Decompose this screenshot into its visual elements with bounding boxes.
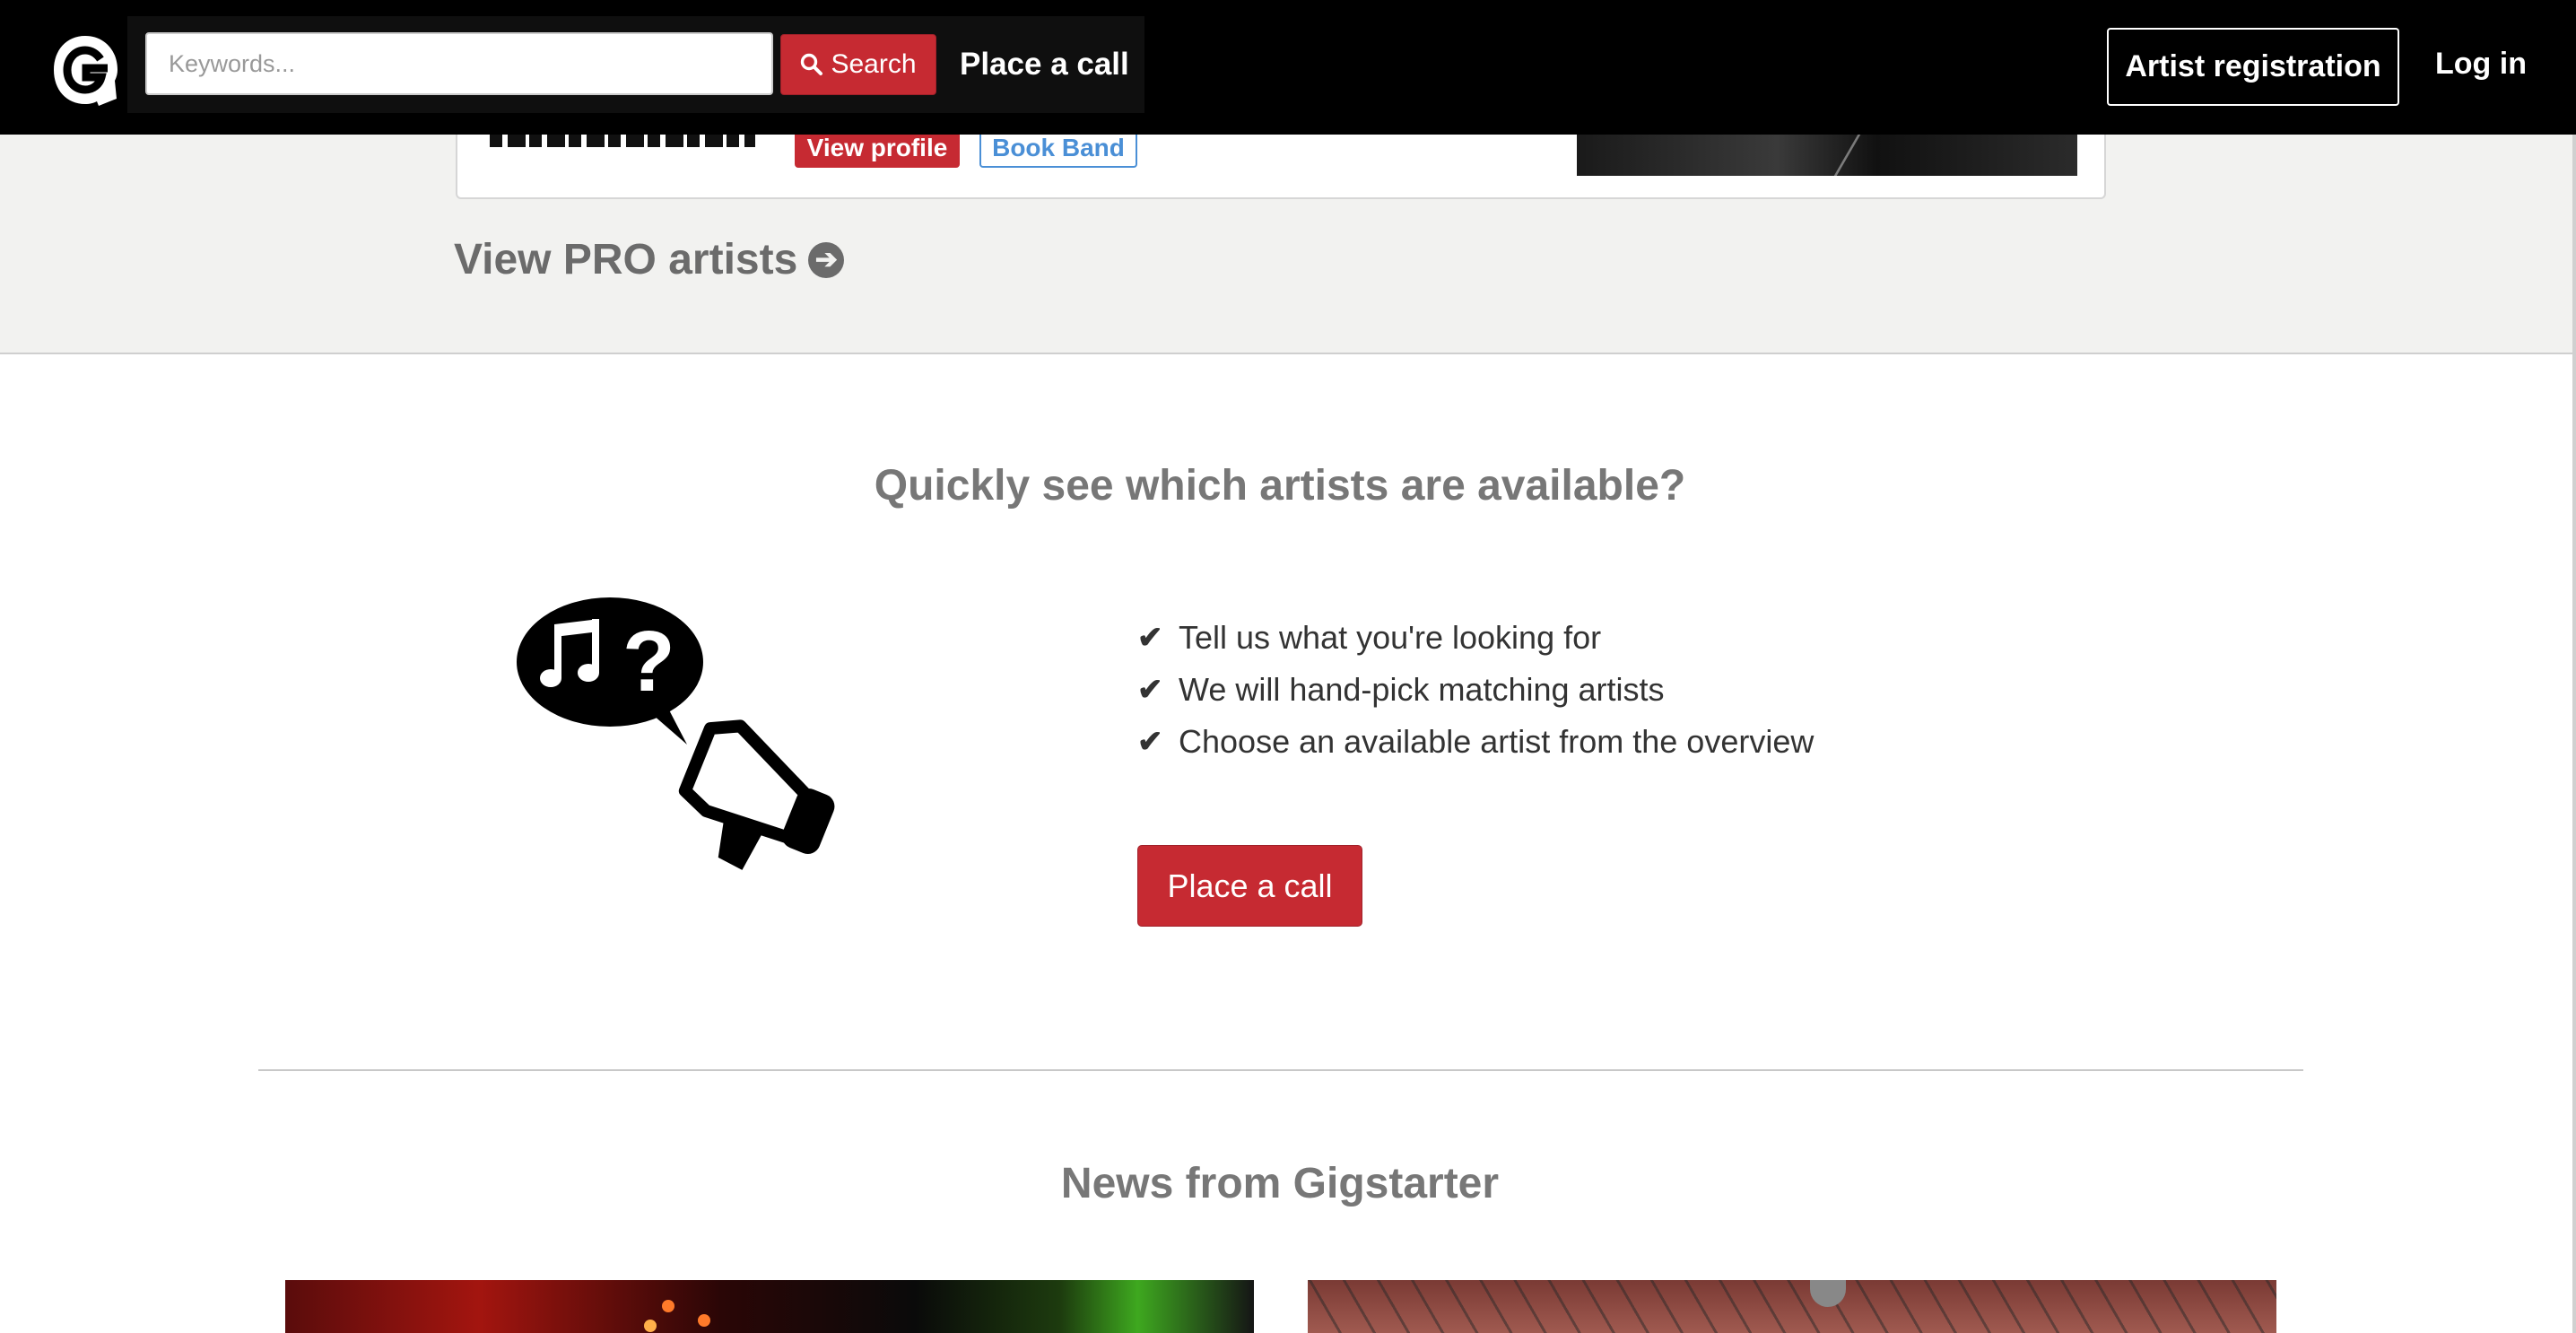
search-button-label: Search	[831, 49, 917, 79]
call-section-title: Quickly see which artists are available?	[874, 462, 1686, 510]
scrollbar-track[interactable]	[2572, 135, 2576, 1333]
news-image[interactable]	[1308, 1280, 2276, 1333]
benefit-text: Tell us what you're looking for	[1179, 619, 1602, 656]
artist-logo-image[interactable]	[484, 135, 762, 172]
book-band-button[interactable]: Book Band	[979, 135, 1137, 168]
view-pro-artists-link[interactable]: View PRO artists ➔	[454, 235, 845, 284]
top-navbar: Search Place a call Artist registration …	[0, 0, 2576, 135]
list-item: ✔ Choose an available artist from the ove…	[1137, 716, 1814, 768]
place-a-call-label: Place a call	[1167, 867, 1333, 904]
search-icon	[801, 53, 823, 75]
nav-place-call-link[interactable]: Place a call	[960, 47, 1129, 83]
view-profile-label: View profile	[806, 135, 948, 161]
view-profile-button[interactable]: View profile	[795, 135, 960, 168]
section-divider	[258, 1069, 2303, 1071]
benefit-text: Choose an available artist from the over…	[1179, 723, 1815, 760]
search-button[interactable]: Search	[780, 34, 936, 95]
circle-arrow-right-icon: ➔	[808, 241, 845, 278]
megaphone-icon: ?	[517, 597, 835, 870]
benefit-text: We will hand-pick matching artists	[1179, 671, 1665, 708]
book-band-label: Book Band	[992, 135, 1125, 161]
artist-registration-button[interactable]: Artist registration	[2107, 28, 2399, 106]
news-image[interactable]	[285, 1280, 1254, 1333]
search-input[interactable]	[145, 32, 773, 95]
news-section-title: News from Gigstarter	[1060, 1160, 1500, 1207]
svg-text:?: ?	[622, 614, 675, 710]
list-item: ✔ We will hand-pick matching artists	[1137, 664, 1814, 716]
gigstarter-logo-icon[interactable]	[50, 32, 120, 108]
call-benefits-list: ✔ Tell us what you're looking for ✔ We wil…	[1137, 612, 1814, 768]
check-icon: ✔	[1137, 725, 1163, 759]
view-pro-artists-label: View PRO artists	[454, 236, 798, 283]
check-icon: ✔	[1137, 621, 1163, 655]
list-item: ✔ Tell us what you're looking for	[1137, 612, 1814, 664]
place-a-call-button[interactable]: Place a call	[1137, 845, 1362, 927]
check-icon: ✔	[1137, 673, 1163, 707]
artist-registration-label: Artist registration	[2125, 49, 2381, 83]
login-link[interactable]: Log in	[2435, 47, 2527, 82]
artist-photo[interactable]	[1577, 135, 2077, 176]
